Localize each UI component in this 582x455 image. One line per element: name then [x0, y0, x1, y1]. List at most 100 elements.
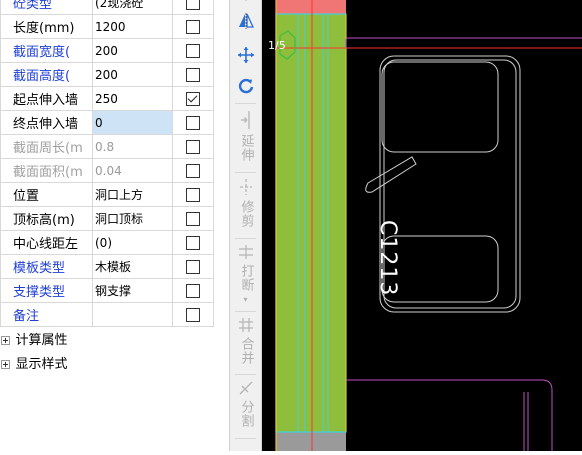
split-label: 分割: [238, 400, 254, 428]
property-checkbox-cell: [172, 0, 214, 15]
property-checkbox[interactable]: [186, 115, 200, 130]
merge-icon: [238, 318, 253, 332]
property-label: 顶标高(m): [0, 206, 93, 231]
property-value[interactable]: 钢支撑: [92, 278, 173, 303]
property-checkbox-cell: [172, 302, 214, 327]
property-checkbox-cell: [172, 158, 214, 183]
property-checkbox-cell: [172, 206, 214, 231]
drawing-canvas[interactable]: 1/5 C1213: [262, 0, 582, 451]
property-row[interactable]: 长度(mm) 1200: [0, 14, 214, 39]
property-row[interactable]: 起点伸入墙 250: [0, 86, 214, 111]
break-button[interactable]: 打断 ▾: [230, 244, 261, 304]
property-label: 截面周长(m: [0, 134, 93, 159]
property-row[interactable]: 截面面积(m 0.04: [0, 158, 214, 183]
property-checkbox-cell: [172, 38, 214, 63]
property-checkbox[interactable]: [186, 163, 200, 178]
break-label: 打断: [238, 264, 254, 292]
property-checkbox[interactable]: [186, 235, 200, 250]
group-row[interactable]: 计算属性: [0, 327, 214, 351]
property-grid: 砼类型 (2现浇砼 长度(mm) 1200 截面宽度(200 截面高度(200 起点伸入墙 2…: [0, 0, 214, 375]
property-value[interactable]: [92, 302, 173, 327]
property-row[interactable]: 截面高度(200: [0, 62, 214, 87]
property-label: 起点伸入墙: [0, 86, 93, 111]
property-row[interactable]: 支撑类型 钢支撑: [0, 278, 214, 303]
property-row[interactable]: 模板类型 木模板: [0, 254, 214, 279]
property-value[interactable]: 洞口顶标: [92, 206, 173, 231]
property-checkbox[interactable]: [186, 43, 200, 58]
property-label: 备注: [0, 302, 93, 327]
property-row[interactable]: 位置 洞口上方: [0, 182, 214, 207]
property-row[interactable]: 截面周长(m 0.8: [0, 134, 214, 159]
property-row[interactable]: 终点伸入墙 0: [0, 110, 214, 135]
mirror-icon[interactable]: [230, 12, 261, 34]
property-value[interactable]: 洞口上方: [92, 182, 173, 207]
property-label: 长度(mm): [0, 14, 93, 39]
property-row[interactable]: 顶标高(m) 洞口顶标: [0, 206, 214, 231]
property-value[interactable]: 0.04: [92, 158, 173, 183]
beam-body[interactable]: [276, 14, 346, 432]
property-value[interactable]: 1200: [92, 14, 173, 39]
trim-label: 修剪: [238, 200, 254, 228]
merge-button[interactable]: 合并: [230, 317, 261, 369]
property-checkbox-cell: [172, 62, 214, 87]
trim-button[interactable]: 修剪: [230, 178, 261, 232]
property-checkbox[interactable]: [186, 91, 200, 106]
property-value[interactable]: (2现浇砼: [92, 0, 173, 15]
property-row[interactable]: 备注: [0, 302, 214, 327]
property-row[interactable]: 截面宽度(200: [0, 38, 214, 63]
break-dropdown-icon: ▾: [243, 295, 248, 304]
rotate-partial-icon[interactable]: [230, 0, 261, 9]
property-checkbox[interactable]: [186, 283, 200, 298]
beam-top-segment: [276, 0, 346, 14]
property-checkbox[interactable]: [186, 307, 200, 322]
property-checkbox-cell: [172, 278, 214, 303]
rotate-icon[interactable]: [230, 77, 261, 99]
property-value[interactable]: 200: [92, 38, 173, 63]
property-label: 模板类型: [0, 254, 93, 279]
trim-icon: [239, 179, 252, 195]
property-label: 砼类型: [0, 0, 93, 15]
property-checkbox-cell: [172, 110, 214, 135]
property-value[interactable]: 0.8: [92, 134, 173, 159]
property-checkbox-cell: [172, 134, 214, 159]
edit-toolbar: 延伸 修剪 打断 ▾ 合并 分割: [229, 0, 262, 451]
property-label: 中心线距左: [0, 230, 93, 255]
group-cell: 显示样式: [0, 351, 214, 375]
property-checkbox[interactable]: [186, 0, 200, 10]
extend-button[interactable]: 延伸: [230, 110, 261, 166]
extend-label: 延伸: [238, 134, 254, 162]
property-row[interactable]: 中心线距左 (0): [0, 230, 214, 255]
property-checkbox[interactable]: [186, 187, 200, 202]
property-checkbox-cell: [172, 230, 214, 255]
property-checkbox[interactable]: [186, 67, 200, 82]
property-label: 截面面积(m: [0, 158, 93, 183]
property-label: 截面高度(: [0, 62, 93, 87]
property-value[interactable]: 250: [92, 86, 173, 111]
property-value[interactable]: 0: [92, 110, 173, 135]
split-button[interactable]: 分割: [230, 380, 261, 432]
property-checkbox[interactable]: [186, 139, 200, 154]
property-checkbox[interactable]: [186, 211, 200, 226]
expand-icon[interactable]: [0, 336, 10, 346]
expand-icon[interactable]: [0, 360, 10, 369]
merge-label: 合并: [238, 337, 254, 365]
beam-bottom-segment: [276, 432, 346, 451]
property-checkbox[interactable]: [186, 259, 200, 274]
property-checkbox-cell: [172, 14, 214, 39]
group-label: 显示样式: [15, 357, 68, 372]
property-checkbox[interactable]: [186, 19, 200, 34]
drawing-svg: [275, 0, 582, 451]
extend-icon: [240, 111, 250, 129]
move-icon[interactable]: [230, 46, 261, 68]
property-row[interactable]: 砼类型 (2现浇砼: [0, 0, 214, 15]
property-label: 支撑类型: [0, 278, 93, 303]
property-value[interactable]: 200: [92, 62, 173, 87]
property-panel: 砼类型 (2现浇砼 长度(mm) 1200 截面宽度(200 截面高度(200 起点伸入墙 2…: [0, 0, 222, 451]
window-label: C1213: [375, 220, 400, 297]
group-row[interactable]: 显示样式: [0, 351, 214, 375]
property-label: 截面宽度(: [0, 38, 93, 63]
property-label: 位置: [0, 182, 93, 207]
property-value[interactable]: (0): [92, 230, 173, 255]
property-value[interactable]: 木模板: [92, 254, 173, 279]
group-label: 计算属性: [15, 333, 68, 349]
